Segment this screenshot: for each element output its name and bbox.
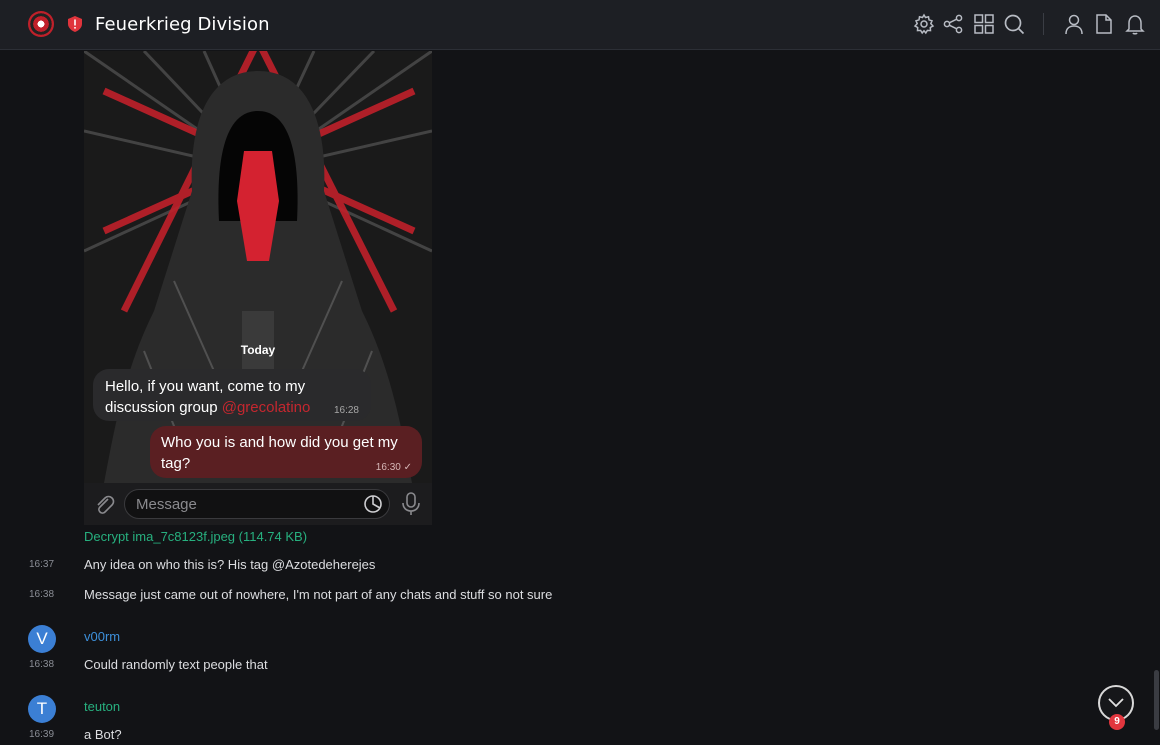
- bell-icon[interactable]: [1124, 13, 1146, 35]
- chevron-down-icon: [1108, 698, 1124, 708]
- grid-icon[interactable]: [973, 13, 995, 35]
- image-attachment[interactable]: Today Hello, if you want, come to my dis…: [84, 51, 432, 525]
- message-field: Message: [124, 489, 390, 519]
- unread-count-badge: 9: [1109, 714, 1125, 730]
- user-avatar[interactable]: V: [28, 625, 56, 653]
- message-placeholder: Message: [136, 496, 197, 513]
- chat-header: Feuerkrieg Division: [0, 0, 1160, 50]
- message-time: 16:38: [29, 659, 55, 670]
- checkmark-icon: ✓: [400, 462, 412, 473]
- mention-link: @grecolatino: [221, 399, 311, 416]
- message-text: a Bot?: [84, 727, 122, 742]
- channel-avatar[interactable]: [28, 11, 54, 37]
- sender-name[interactable]: teuton: [84, 699, 120, 714]
- message-time: 16:39: [29, 729, 55, 740]
- message-time: 16:30: [375, 462, 401, 473]
- channel-title[interactable]: Feuerkrieg Division: [95, 14, 270, 35]
- message-time: 16:37: [29, 559, 55, 570]
- message-time: 16:38: [29, 589, 55, 600]
- microphone-icon: [402, 492, 420, 515]
- user-avatar[interactable]: T: [28, 695, 56, 723]
- message-text: Message just came out of nowhere, I'm no…: [84, 587, 553, 602]
- search-icon[interactable]: [1003, 13, 1025, 35]
- document-icon[interactable]: [1093, 13, 1115, 35]
- share-icon[interactable]: [942, 13, 964, 35]
- message-time-read: 16:30 ✓: [376, 462, 412, 473]
- settings-icon[interactable]: [913, 13, 935, 35]
- sticker-icon: [364, 495, 382, 513]
- date-separator: Today: [240, 343, 276, 357]
- user-icon[interactable]: [1063, 13, 1085, 35]
- scam-shield-icon: [68, 16, 82, 32]
- paperclip-icon: [97, 495, 115, 514]
- toolbar-divider: [1043, 13, 1044, 35]
- incoming-message-bubble: Hello, if you want, come to my discussio…: [93, 369, 371, 421]
- decrypt-file-link[interactable]: Decrypt ima_7c8123f.jpeg (114.74 KB): [84, 529, 307, 544]
- message-time: 16:28: [333, 405, 359, 416]
- sender-name[interactable]: v00rm: [84, 629, 120, 644]
- message-text: Could randomly text people that: [84, 657, 268, 672]
- message-text: Any idea on who this is? His tag @Azoted…: [84, 557, 376, 572]
- outgoing-message-bubble: Who you is and how did you get my tag? 1…: [150, 426, 422, 478]
- scrollbar-thumb[interactable]: [1154, 670, 1159, 730]
- composer-bar: Message: [84, 483, 432, 525]
